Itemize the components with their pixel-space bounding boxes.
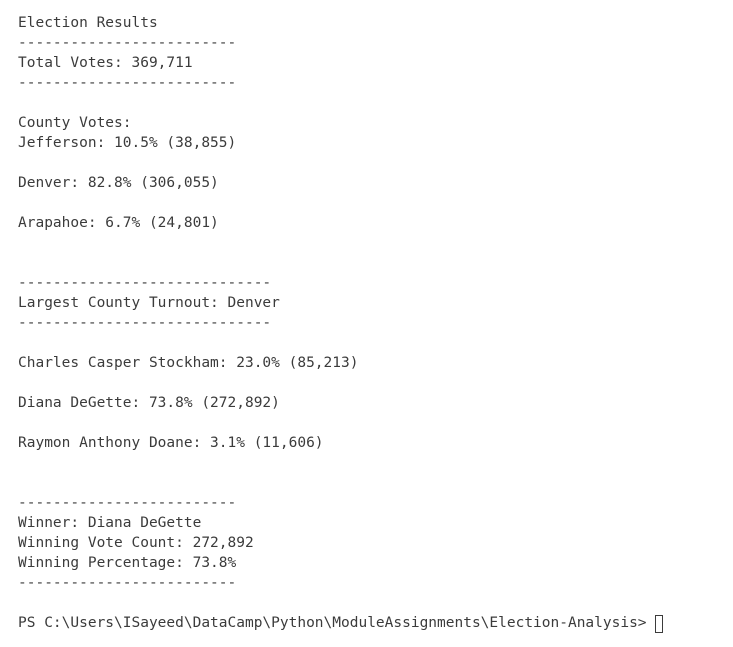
- results-title: Election Results: [18, 15, 158, 31]
- county-line-denver: Denver: 82.8% (306,055): [18, 175, 219, 191]
- winner-line: Winner: Diana DeGette: [18, 515, 202, 531]
- separator-line: -----------------------------: [18, 315, 272, 331]
- separator-line: -------------------------: [18, 75, 237, 91]
- winning-vote-count-line: Winning Vote Count: 272,892: [18, 535, 254, 551]
- county-votes-header: County Votes:: [18, 115, 132, 131]
- shell-prompt-line[interactable]: PS C:\Users\ISayeed\DataCamp\Python\Modu…: [18, 613, 663, 633]
- candidate-line-stockham: Charles Casper Stockham: 23.0% (85,213): [18, 355, 359, 371]
- separator-line: -----------------------------: [18, 275, 272, 291]
- shell-prompt-text: PS C:\Users\ISayeed\DataCamp\Python\Modu…: [18, 615, 647, 631]
- terminal-output: Election Results -----------------------…: [18, 13, 663, 633]
- text-cursor[interactable]: [654, 615, 663, 633]
- candidate-line-degette: Diana DeGette: 73.8% (272,892): [18, 395, 280, 411]
- winning-percentage-line: Winning Percentage: 73.8%: [18, 555, 237, 571]
- county-line-jefferson: Jefferson: 10.5% (38,855): [18, 135, 237, 151]
- candidate-line-doane: Raymon Anthony Doane: 3.1% (11,606): [18, 435, 324, 451]
- largest-county-line: Largest County Turnout: Denver: [18, 295, 280, 311]
- separator-line: -------------------------: [18, 575, 237, 591]
- separator-line: -------------------------: [18, 495, 237, 511]
- total-votes-line: Total Votes: 369,711: [18, 55, 193, 71]
- county-line-arapahoe: Arapahoe: 6.7% (24,801): [18, 215, 219, 231]
- separator-line: -------------------------: [18, 35, 237, 51]
